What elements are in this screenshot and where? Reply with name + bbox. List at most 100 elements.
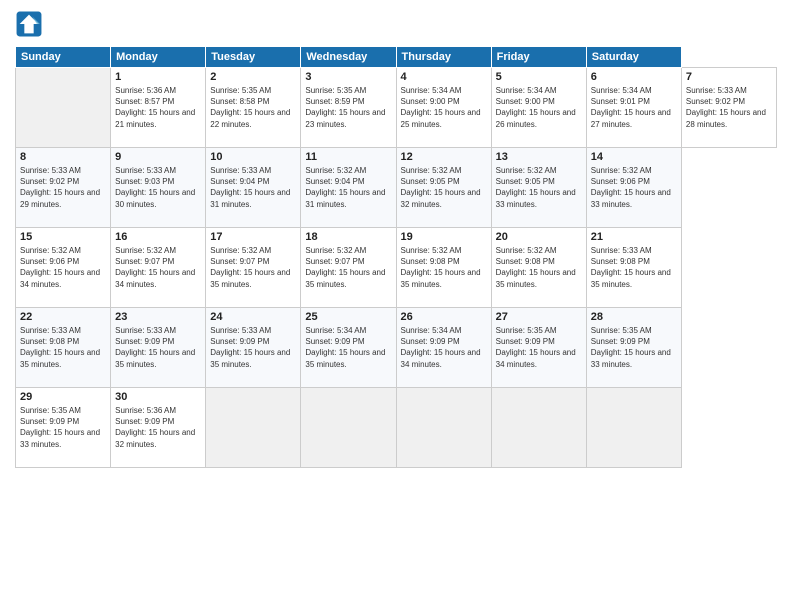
calendar-cell: 11Sunrise: 5:32 AMSunset: 9:04 PMDayligh… bbox=[301, 148, 396, 228]
calendar-cell: 7 Sunrise: 5:33 AMSunset: 9:02 PMDaylight… bbox=[681, 68, 776, 148]
calendar-cell: 12 Sunrise: 5:32 AMSunset: 9:05 PMDayligh… bbox=[396, 148, 491, 228]
column-header-sunday: Sunday bbox=[16, 47, 111, 68]
day-number: 3 bbox=[305, 71, 391, 83]
calendar-cell: 28 Sunrise: 5:35 AMSunset: 9:09 PMDayligh… bbox=[586, 308, 681, 388]
day-info: Sunrise: 5:34 AMSunset: 9:09 PMDaylight:… bbox=[401, 325, 487, 370]
calendar-body: 1 Sunrise: 5:36 AMSunset: 8:57 PMDaylight… bbox=[16, 68, 777, 468]
day-number: 15 bbox=[20, 231, 106, 243]
calendar-cell: 14 Sunrise: 5:32 AMSunset: 9:06 PMDayligh… bbox=[586, 148, 681, 228]
calendar-cell: 25Sunrise: 5:34 AMSunset: 9:09 PMDayligh… bbox=[301, 308, 396, 388]
day-info: Sunrise: 5:36 AMSunset: 8:57 PMDaylight:… bbox=[115, 85, 201, 130]
calendar-week-row: 15Sunrise: 5:32 AMSunset: 9:06 PMDayligh… bbox=[16, 228, 777, 308]
day-number: 29 bbox=[20, 391, 106, 403]
calendar-cell: 9 Sunrise: 5:33 AMSunset: 9:03 PMDaylight… bbox=[111, 148, 206, 228]
calendar-cell bbox=[16, 68, 111, 148]
day-number: 23 bbox=[115, 311, 201, 323]
calendar-table: SundayMondayTuesdayWednesdayThursdayFrid… bbox=[15, 46, 777, 468]
column-header-wednesday: Wednesday bbox=[301, 47, 396, 68]
calendar-cell: 19 Sunrise: 5:32 AMSunset: 9:08 PMDayligh… bbox=[396, 228, 491, 308]
day-info: Sunrise: 5:32 AMSunset: 9:07 PMDaylight:… bbox=[115, 245, 201, 290]
day-number: 12 bbox=[401, 151, 487, 163]
calendar-week-row: 29 Sunrise: 5:35 AMSunset: 9:09 PMDayligh… bbox=[16, 388, 777, 468]
day-info: Sunrise: 5:32 AMSunset: 9:07 PMDaylight:… bbox=[210, 245, 296, 290]
calendar-cell: 27Sunrise: 5:35 AMSunset: 9:09 PMDayligh… bbox=[491, 308, 586, 388]
day-number: 2 bbox=[210, 71, 296, 83]
calendar-cell: 1 Sunrise: 5:36 AMSunset: 8:57 PMDaylight… bbox=[111, 68, 206, 148]
day-info: Sunrise: 5:33 AMSunset: 9:08 PMDaylight:… bbox=[591, 245, 677, 290]
day-info: Sunrise: 5:33 AMSunset: 9:03 PMDaylight:… bbox=[115, 165, 201, 210]
day-number: 9 bbox=[115, 151, 201, 163]
calendar-cell: 26 Sunrise: 5:34 AMSunset: 9:09 PMDayligh… bbox=[396, 308, 491, 388]
day-number: 8 bbox=[20, 151, 106, 163]
day-info: Sunrise: 5:32 AMSunset: 9:05 PMDaylight:… bbox=[401, 165, 487, 210]
day-number: 26 bbox=[401, 311, 487, 323]
calendar-week-row: 8 Sunrise: 5:33 AMSunset: 9:02 PMDaylight… bbox=[16, 148, 777, 228]
day-info: Sunrise: 5:33 AMSunset: 9:02 PMDaylight:… bbox=[20, 165, 106, 210]
day-number: 17 bbox=[210, 231, 296, 243]
day-info: Sunrise: 5:32 AMSunset: 9:05 PMDaylight:… bbox=[496, 165, 582, 210]
day-number: 21 bbox=[591, 231, 677, 243]
day-info: Sunrise: 5:32 AMSunset: 9:08 PMDaylight:… bbox=[496, 245, 582, 290]
day-info: Sunrise: 5:34 AMSunset: 9:01 PMDaylight:… bbox=[591, 85, 677, 130]
day-number: 16 bbox=[115, 231, 201, 243]
day-number: 18 bbox=[305, 231, 391, 243]
column-header-tuesday: Tuesday bbox=[206, 47, 301, 68]
day-number: 14 bbox=[591, 151, 677, 163]
day-info: Sunrise: 5:32 AMSunset: 9:08 PMDaylight:… bbox=[401, 245, 487, 290]
day-info: Sunrise: 5:33 AMSunset: 9:02 PMDaylight:… bbox=[686, 85, 772, 130]
calendar-cell: 17 Sunrise: 5:32 AMSunset: 9:07 PMDayligh… bbox=[206, 228, 301, 308]
calendar-cell: 13 Sunrise: 5:32 AMSunset: 9:05 PMDayligh… bbox=[491, 148, 586, 228]
logo-icon bbox=[15, 10, 43, 38]
calendar-cell bbox=[396, 388, 491, 468]
header bbox=[15, 10, 777, 38]
calendar-cell: 4 Sunrise: 5:34 AMSunset: 9:00 PMDaylight… bbox=[396, 68, 491, 148]
calendar-cell: 29 Sunrise: 5:35 AMSunset: 9:09 PMDayligh… bbox=[16, 388, 111, 468]
calendar-header-row: SundayMondayTuesdayWednesdayThursdayFrid… bbox=[16, 47, 777, 68]
day-info: Sunrise: 5:33 AMSunset: 9:09 PMDaylight:… bbox=[115, 325, 201, 370]
calendar-cell: 18 Sunrise: 5:32 AMSunset: 9:07 PMDayligh… bbox=[301, 228, 396, 308]
column-header-monday: Monday bbox=[111, 47, 206, 68]
day-number: 13 bbox=[496, 151, 582, 163]
day-info: Sunrise: 5:35 AMSunset: 9:09 PMDaylight:… bbox=[496, 325, 582, 370]
day-number: 22 bbox=[20, 311, 106, 323]
calendar-cell: 3 Sunrise: 5:35 AMSunset: 8:59 PMDaylight… bbox=[301, 68, 396, 148]
day-info: Sunrise: 5:33 AMSunset: 9:09 PMDaylight:… bbox=[210, 325, 296, 370]
day-info: Sunrise: 5:32 AMSunset: 9:07 PMDaylight:… bbox=[305, 245, 391, 290]
day-info: Sunrise: 5:32 AMSunset: 9:06 PMDaylight:… bbox=[591, 165, 677, 210]
column-header-thursday: Thursday bbox=[396, 47, 491, 68]
calendar-cell: 20Sunrise: 5:32 AMSunset: 9:08 PMDayligh… bbox=[491, 228, 586, 308]
column-header-friday: Friday bbox=[491, 47, 586, 68]
day-number: 6 bbox=[591, 71, 677, 83]
calendar-week-row: 1 Sunrise: 5:36 AMSunset: 8:57 PMDaylight… bbox=[16, 68, 777, 148]
calendar-cell bbox=[586, 388, 681, 468]
day-info: Sunrise: 5:34 AMSunset: 9:09 PMDaylight:… bbox=[305, 325, 391, 370]
day-info: Sunrise: 5:35 AMSunset: 9:09 PMDaylight:… bbox=[591, 325, 677, 370]
day-info: Sunrise: 5:34 AMSunset: 9:00 PMDaylight:… bbox=[401, 85, 487, 130]
day-number: 7 bbox=[686, 71, 772, 83]
calendar-cell bbox=[491, 388, 586, 468]
day-info: Sunrise: 5:35 AMSunset: 8:59 PMDaylight:… bbox=[305, 85, 391, 130]
day-number: 30 bbox=[115, 391, 201, 403]
day-info: Sunrise: 5:35 AMSunset: 8:58 PMDaylight:… bbox=[210, 85, 296, 130]
calendar-page: SundayMondayTuesdayWednesdayThursdayFrid… bbox=[0, 0, 792, 612]
day-number: 11 bbox=[305, 151, 391, 163]
calendar-cell: 21 Sunrise: 5:33 AMSunset: 9:08 PMDayligh… bbox=[586, 228, 681, 308]
day-number: 4 bbox=[401, 71, 487, 83]
calendar-cell bbox=[301, 388, 396, 468]
logo bbox=[15, 10, 47, 38]
calendar-cell: 23 Sunrise: 5:33 AMSunset: 9:09 PMDayligh… bbox=[111, 308, 206, 388]
day-number: 19 bbox=[401, 231, 487, 243]
day-number: 24 bbox=[210, 311, 296, 323]
calendar-cell: 6 Sunrise: 5:34 AMSunset: 9:01 PMDaylight… bbox=[586, 68, 681, 148]
calendar-cell bbox=[206, 388, 301, 468]
day-info: Sunrise: 5:33 AMSunset: 9:08 PMDaylight:… bbox=[20, 325, 106, 370]
day-info: Sunrise: 5:36 AMSunset: 9:09 PMDaylight:… bbox=[115, 405, 201, 450]
calendar-cell: 16 Sunrise: 5:32 AMSunset: 9:07 PMDayligh… bbox=[111, 228, 206, 308]
column-header-saturday: Saturday bbox=[586, 47, 681, 68]
calendar-cell: 2 Sunrise: 5:35 AMSunset: 8:58 PMDaylight… bbox=[206, 68, 301, 148]
day-number: 28 bbox=[591, 311, 677, 323]
calendar-cell: 24 Sunrise: 5:33 AMSunset: 9:09 PMDayligh… bbox=[206, 308, 301, 388]
day-number: 1 bbox=[115, 71, 201, 83]
day-info: Sunrise: 5:35 AMSunset: 9:09 PMDaylight:… bbox=[20, 405, 106, 450]
calendar-cell: 5Sunrise: 5:34 AMSunset: 9:00 PMDaylight… bbox=[491, 68, 586, 148]
